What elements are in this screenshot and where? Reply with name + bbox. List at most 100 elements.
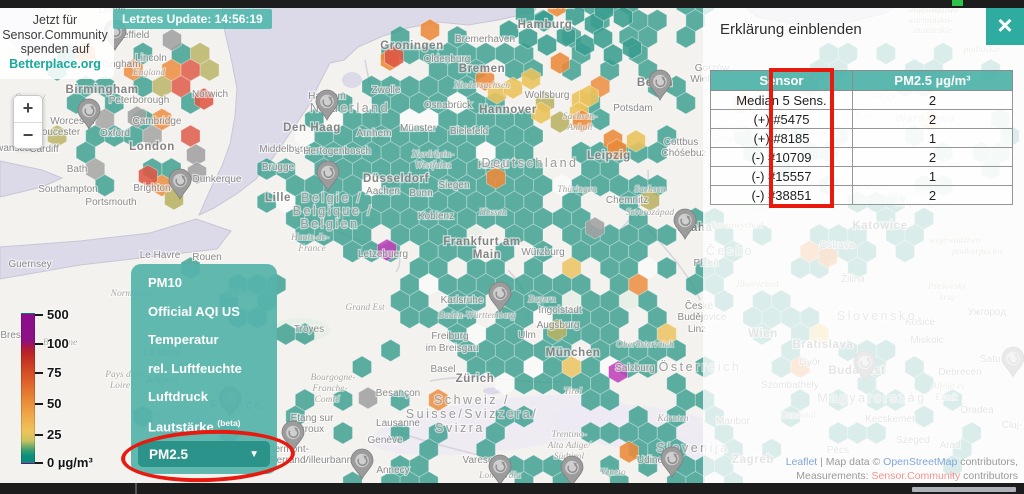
attribution-measurements: Measurements: <box>796 470 871 482</box>
svg-text:Alta Adige/: Alta Adige/ <box>547 441 592 451</box>
sensor-cluster-pin[interactable] <box>649 70 671 100</box>
attribution-sep: | Map data © <box>817 456 883 468</box>
donation-line3: spenden auf <box>0 42 110 57</box>
svg-text:München: München <box>546 347 601 359</box>
svg-text:Main: Main <box>473 249 502 261</box>
svg-text:Frankfurt am: Frankfurt am <box>443 236 521 248</box>
legend-tick <box>35 434 43 436</box>
explanation-toggle[interactable]: Erklärung einblenden <box>720 21 862 38</box>
table-header: PM2.5 µg/m³ <box>852 71 1012 91</box>
color-scale-legend <box>21 313 35 464</box>
svg-text:Bonn: Bonn <box>409 188 432 199</box>
table-row: (-) #107092 <box>711 148 1013 167</box>
svg-text:Karlsruhe: Karlsruhe <box>441 295 484 306</box>
table-cell: 2 <box>852 186 1012 205</box>
svg-text:Anhalt: Anhalt <box>566 123 593 133</box>
zoom-out-button[interactable]: − <box>14 122 42 148</box>
svg-text:Brugge: Brugge <box>262 162 295 173</box>
svg-text:Leipzig: Leipzig <box>587 150 631 162</box>
svg-text:Suisse/Svizzera/: Suisse/Svizzera/ <box>406 407 538 421</box>
svg-text:Belgique /: Belgique / <box>293 204 374 218</box>
table-row: (-) #388512 <box>711 186 1013 205</box>
svg-text:Bayern: Bayern <box>528 295 556 305</box>
svg-text:Oberösterreich: Oberösterreich <box>616 340 674 350</box>
leaflet-link[interactable]: Leaflet <box>786 456 818 468</box>
svg-text:Udine: Udine <box>637 455 664 466</box>
svg-text:Le Havre: Le Havre <box>140 250 181 261</box>
svg-text:Chóśebuz: Chóśebuz <box>661 148 706 159</box>
attribution-line1: Leaflet | Map data © OpenStreetMap contr… <box>786 456 1018 470</box>
svg-text:Hamburg: Hamburg <box>518 19 573 31</box>
layer-menu-item[interactable]: Official AQI US <box>131 304 277 319</box>
table-cell: 1 <box>852 129 1012 148</box>
svg-text:Bielefeld: Bielefeld <box>450 126 488 137</box>
svg-text:Norwich: Norwich <box>192 89 228 100</box>
sensor-info-panel: Erklärung einblenden SensorPM2.5 µg/m³ M… <box>703 8 1024 483</box>
svg-text:im Breisgau: im Breisgau <box>426 343 479 354</box>
svg-text:Siegen: Siegen <box>438 180 469 191</box>
svg-text:Franche-: Franche- <box>311 384 347 394</box>
map-attribution: Leaflet | Map data © OpenStreetMap contr… <box>786 456 1018 483</box>
svg-text:Cottbus: Cottbus <box>664 137 698 148</box>
svg-text:Augsburg: Augsburg <box>537 320 580 331</box>
legend-tick <box>35 314 43 316</box>
legend-tick-label: 50 <box>47 395 61 410</box>
svg-text:Ingolstadt: Ingolstadt <box>538 305 582 316</box>
svg-text:France: France <box>297 244 325 254</box>
bottom-bar-highlight <box>912 487 1016 492</box>
svg-text:Sachsen: Sachsen <box>634 185 665 195</box>
svg-text:Besançon: Besançon <box>376 388 420 399</box>
donation-line1: Jetzt für <box>0 13 110 28</box>
sensor-cluster-pin[interactable] <box>674 209 696 239</box>
svg-text:Guernsey: Guernsey <box>8 259 51 270</box>
svg-text:London: London <box>129 141 175 153</box>
svg-text:Cambridge: Cambridge <box>133 116 182 127</box>
table-cell: 1 <box>852 167 1012 186</box>
svg-text:Freiburg: Freiburg <box>431 331 468 342</box>
svg-text:Bremerhaven: Bremerhaven <box>455 34 515 45</box>
table-row: Median 5 Sens.2 <box>711 91 1013 110</box>
legend-tick-label: 100 <box>47 336 69 351</box>
svg-text:Hannover: Hannover <box>479 104 537 116</box>
svg-text:Münster: Münster <box>400 123 437 134</box>
legend-tick-label: 500 <box>47 306 69 321</box>
table-cell: 2 <box>852 91 1012 110</box>
osm-link[interactable]: OpenStreetMap <box>883 456 957 468</box>
svg-text:Genève: Genève <box>367 435 402 446</box>
zoom-in-button[interactable]: + <box>14 96 42 122</box>
layer-menu-item[interactable]: Luftdruck <box>131 389 277 404</box>
svg-text:Bourgogne-: Bourgogne- <box>310 373 355 383</box>
close-button[interactable]: × <box>986 7 1024 45</box>
svg-text:Arnhem: Arnhem <box>356 128 391 139</box>
svg-text:Deutschland: Deutschland <box>482 156 579 170</box>
svg-text:Westfalen: Westfalen <box>415 160 452 171</box>
map-zoom-control: + − <box>13 95 43 149</box>
attribution-contrib: contributors, <box>957 456 1018 468</box>
svg-text:Belgien: Belgien <box>300 217 359 231</box>
svg-text:Bath: Bath <box>67 164 88 175</box>
svg-text:Aachen: Aachen <box>366 186 400 197</box>
svg-text:Troyes: Troyes <box>294 324 324 335</box>
window-notch <box>952 0 963 6</box>
layer-menu-item[interactable]: PM10 <box>131 275 277 290</box>
last-update-badge: Letztes Update: 14:56:19 <box>113 9 272 29</box>
legend-tick-label: 25 <box>47 427 61 442</box>
layer-menu-item[interactable]: rel. Luftfeuchte <box>131 361 277 376</box>
betterplace-link[interactable]: Betterplace.org <box>0 57 110 72</box>
bottom-bar-divider <box>135 483 137 494</box>
layer-menu-item[interactable]: Temperatur <box>131 332 277 347</box>
svg-text:Oxford: Oxford <box>100 128 130 139</box>
layer-menu-items: PM10 Official AQI US Temperatur rel. Luftfe… <box>131 275 277 434</box>
svg-text:Chemnitz: Chemnitz <box>606 195 648 206</box>
svg-text:Dunkerque: Dunkerque <box>193 174 242 185</box>
beta-badge: (beta) <box>217 418 240 428</box>
donation-line2: Sensor.Community <box>0 28 110 43</box>
svg-text:Zürich: Zürich <box>456 373 495 385</box>
svg-text:Bremen: Bremen <box>459 63 505 75</box>
svg-text:Wolfsburg: Wolfsburg <box>525 90 570 101</box>
svg-text:Den Haag: Den Haag <box>283 122 341 134</box>
svg-text:Annecy: Annecy <box>376 465 409 476</box>
svg-text:Southampton: Southampton <box>38 184 98 195</box>
sensor-community-link[interactable]: Sensor.Community <box>872 470 961 482</box>
svg-text:Belgie /: Belgie / <box>301 191 363 205</box>
